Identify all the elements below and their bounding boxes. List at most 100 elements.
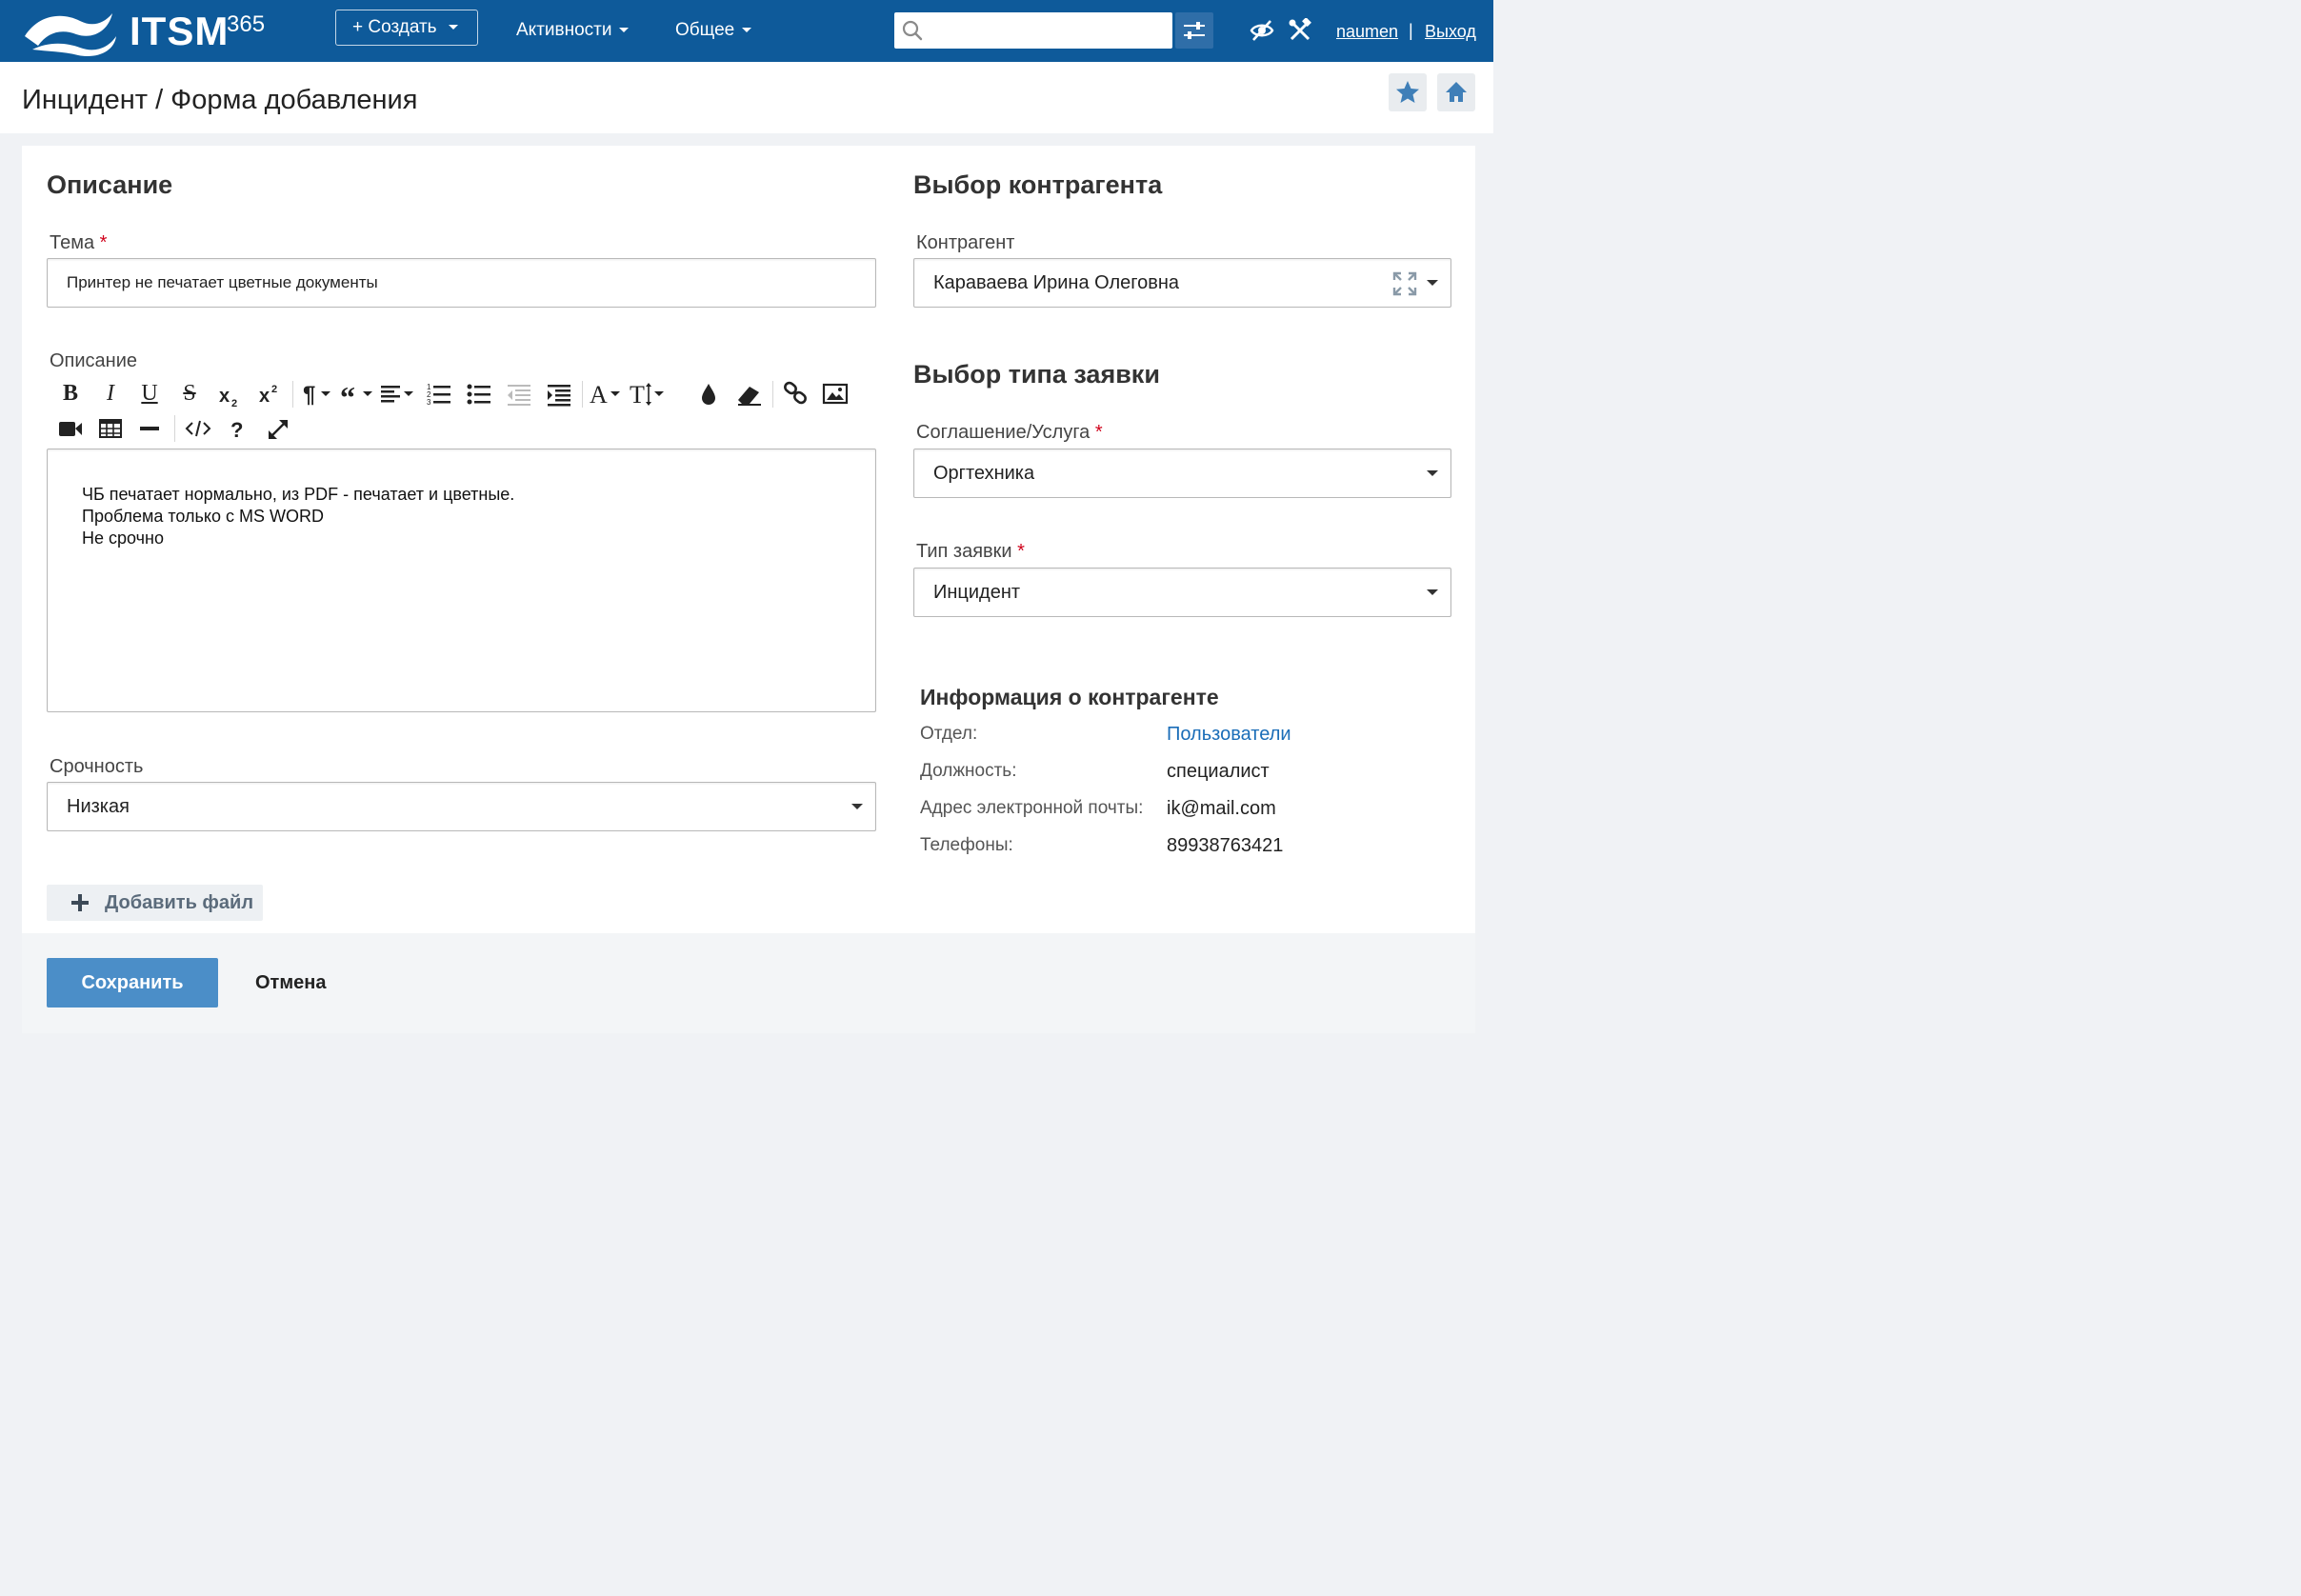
logout-link[interactable]: Выход: [1425, 20, 1476, 43]
chevron-down-icon: [851, 804, 863, 809]
top-navigation-bar: ITSM 365 + Создать Активности Общее naum: [0, 0, 1493, 62]
svg-text:?: ?: [230, 418, 243, 442]
ordered-list-icon[interactable]: 1 2 3: [426, 379, 452, 408]
required-marker: *: [1017, 541, 1025, 562]
ink-drop-icon[interactable]: [696, 379, 721, 408]
save-button[interactable]: Сохранить: [47, 958, 218, 1007]
required-marker: *: [1094, 422, 1103, 443]
description-line: ЧБ печатает нормально, из PDF - печатает…: [82, 485, 515, 504]
link-icon[interactable]: [782, 379, 809, 408]
subject-input[interactable]: Принтер не печатает цветные документы: [47, 258, 876, 308]
align-icon[interactable]: [380, 379, 416, 408]
required-marker: *: [99, 232, 108, 253]
header-separator: |: [1409, 21, 1413, 40]
svg-text:¶: ¶: [303, 382, 315, 408]
create-button[interactable]: + Создать: [335, 10, 478, 46]
counterparty-label: Контрагент: [916, 232, 1015, 253]
italic-icon[interactable]: I: [98, 379, 123, 408]
description-line: Проблема только с MS WORD: [82, 507, 324, 526]
sliders-icon: [1184, 22, 1205, 39]
info-value-department-link[interactable]: Пользователи: [1167, 723, 1291, 746]
search-filter-button[interactable]: [1175, 12, 1213, 49]
agreement-select-value: Оргтехника: [933, 463, 1035, 484]
nav-general[interactable]: Общее: [675, 19, 752, 42]
home-button[interactable]: [1437, 73, 1475, 111]
help-icon[interactable]: ?: [226, 414, 249, 443]
info-value-phones: 89938763421: [1167, 835, 1284, 856]
urgency-select-value: Низкая: [67, 796, 130, 817]
agreement-label-text: Соглашение/Услуга: [916, 422, 1090, 443]
chevron-down-icon: [742, 28, 752, 33]
image-icon[interactable]: [822, 379, 849, 408]
nav-activities[interactable]: Активности: [516, 19, 630, 42]
chevron-down-icon: [1427, 280, 1438, 286]
toolbar-divider: [292, 381, 293, 408]
request-type-label-text: Тип заявки: [916, 541, 1012, 562]
horizontal-line-icon[interactable]: [137, 414, 164, 443]
chevron-down-icon: [1427, 589, 1438, 595]
cancel-button[interactable]: Отмена: [255, 971, 326, 994]
eye-slash-icon[interactable]: [1250, 18, 1274, 43]
paragraph-format-icon[interactable]: ¶: [302, 379, 336, 408]
strikethrough-icon[interactable]: S: [177, 379, 202, 408]
code-view-icon[interactable]: [184, 414, 212, 443]
description-label: Описание: [50, 350, 138, 371]
form-footer: Сохранить Отмена: [22, 933, 1475, 1033]
font-size-icon[interactable]: T: [630, 379, 668, 408]
chevron-down-icon: [1427, 470, 1438, 476]
bold-icon[interactable]: B: [58, 379, 83, 408]
user-link[interactable]: naumen: [1336, 20, 1398, 43]
page-title-bar: Инцидент / Форма добавления: [0, 62, 1493, 133]
info-value-email: ik@mail.com: [1167, 798, 1276, 819]
svg-text:2: 2: [231, 398, 237, 409]
outdent-icon[interactable]: [506, 379, 532, 408]
incident-form: Описание Тема * Принтер не печатает цвет…: [22, 146, 1475, 933]
info-label-email: Адрес электронной почты:: [920, 798, 1144, 818]
description-editor-content: ЧБ печатает нормально, из PDF - печатает…: [82, 484, 514, 549]
bullet-list-icon[interactable]: [466, 379, 492, 408]
favorite-button[interactable]: [1389, 73, 1427, 111]
page-scrollbar[interactable]: [1478, 133, 1493, 1036]
counterparty-section-title: Выбор контрагента: [913, 170, 1163, 199]
search-input[interactable]: [894, 12, 1172, 49]
page-title: Инцидент / Форма добавления: [22, 85, 418, 115]
description-line: Не срочно: [82, 529, 164, 548]
subscript-icon[interactable]: x 2: [217, 381, 244, 409]
urgency-label: Срочность: [50, 756, 144, 777]
tools-icon[interactable]: [1288, 18, 1312, 43]
info-label-department: Отдел:: [920, 724, 978, 744]
indent-icon[interactable]: [546, 379, 572, 408]
expand-icon[interactable]: [1392, 271, 1417, 296]
video-icon[interactable]: [56, 414, 85, 443]
search-icon: [902, 20, 923, 41]
eraser-icon[interactable]: [734, 379, 763, 408]
add-file-label: Добавить файл: [105, 892, 254, 913]
plus-icon: [71, 894, 89, 911]
underline-icon[interactable]: U: [137, 379, 162, 408]
urgency-select[interactable]: Низкая: [47, 782, 876, 831]
subject-input-value: Принтер не печатает цветные документы: [67, 273, 378, 291]
table-icon[interactable]: [97, 414, 124, 443]
font-color-icon[interactable]: A: [590, 379, 626, 408]
svg-text:3: 3: [427, 398, 431, 407]
description-editor[interactable]: ЧБ печатает нормально, из PDF - печатает…: [47, 449, 876, 712]
subject-label-text: Тема: [50, 232, 95, 253]
add-file-button[interactable]: Добавить файл: [47, 885, 263, 921]
toolbar-divider: [582, 381, 583, 408]
request-type-select[interactable]: Инцидент: [913, 568, 1451, 617]
star-icon: [1396, 81, 1419, 103]
request-type-label: Тип заявки *: [916, 540, 1025, 563]
toolbar-divider: [174, 415, 175, 442]
request-type-select-value: Инцидент: [933, 582, 1021, 603]
counterparty-select-value: Караваева Ирина Олеговна: [933, 272, 1180, 293]
svg-text:x: x: [259, 386, 270, 407]
nav-activities-label: Активности: [516, 20, 612, 40]
quote-icon[interactable]: “: [340, 379, 376, 408]
counterparty-select[interactable]: Караваева Ирина Олеговна: [913, 258, 1451, 308]
home-icon: [1446, 82, 1467, 102]
superscript-icon[interactable]: x 2: [257, 379, 284, 408]
chevron-down-icon: [448, 25, 458, 30]
info-value-position: специалист: [1167, 761, 1270, 782]
fullscreen-icon[interactable]: [265, 414, 291, 443]
agreement-select[interactable]: Оргтехника: [913, 449, 1451, 498]
